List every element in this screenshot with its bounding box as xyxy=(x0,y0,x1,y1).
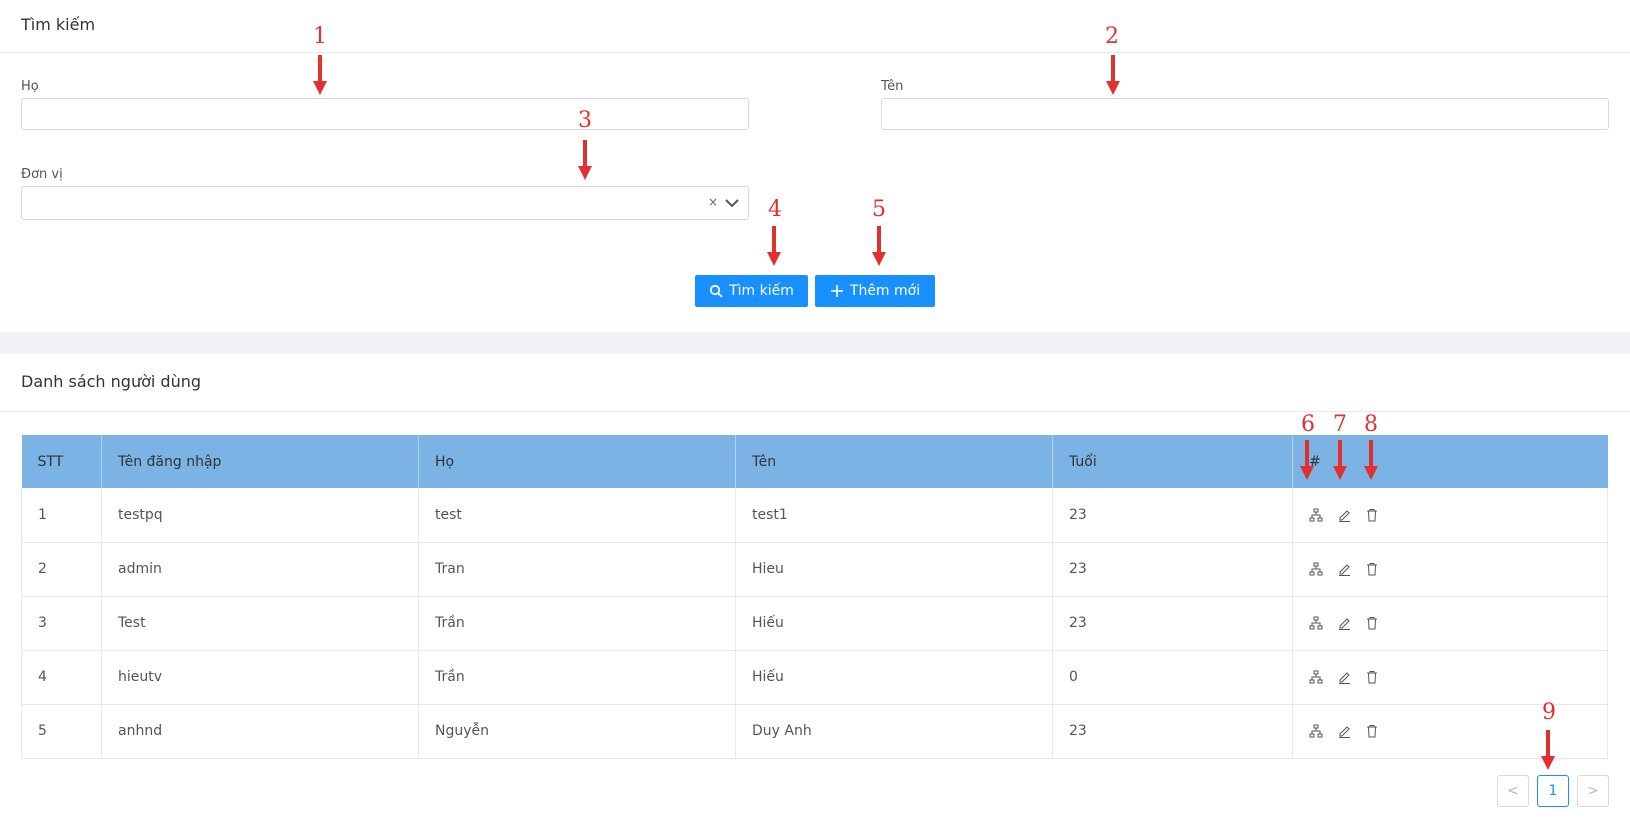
edit-icon[interactable] xyxy=(1337,508,1351,522)
cell-tuoi: 0 xyxy=(1052,650,1293,705)
cell-stt: 5 xyxy=(21,704,102,759)
annotation-arrow-icon xyxy=(1333,440,1347,480)
annotation-arrow-icon xyxy=(1541,730,1555,770)
header-stt: STT xyxy=(21,435,102,488)
add-new-button-label: Thêm mới xyxy=(849,283,921,299)
annotation-arrow-icon xyxy=(578,140,592,180)
cell-ten: Hiếu xyxy=(735,650,1053,705)
annotation-arrow-icon xyxy=(313,55,327,95)
cell-ho: test xyxy=(418,488,736,543)
add-new-button[interactable]: Thêm mới xyxy=(815,275,935,307)
header-ten: Tên xyxy=(735,435,1053,488)
cell-ten: Hieu xyxy=(735,542,1053,597)
cell-actions xyxy=(1292,650,1608,705)
cell-stt: 3 xyxy=(21,596,102,651)
cell-ho: Trần xyxy=(418,650,736,705)
cell-tuoi: 23 xyxy=(1052,704,1293,759)
delete-icon[interactable] xyxy=(1365,724,1379,738)
cell-tuoi: 23 xyxy=(1052,596,1293,651)
cell-username: admin xyxy=(101,542,419,597)
table-row: 4 hieutv Trần Hiếu 0 xyxy=(21,650,1608,705)
annotation-number: 1 xyxy=(313,24,327,49)
cell-tuoi: 23 xyxy=(1052,488,1293,543)
org-tree-icon[interactable] xyxy=(1309,616,1323,630)
list-card-title: Danh sách người dùng xyxy=(21,372,202,391)
annotation-arrow-icon xyxy=(1364,440,1378,480)
header-username: Tên đăng nhập xyxy=(101,435,419,488)
list-card-header: Danh sách người dùng xyxy=(0,354,1630,412)
cell-ho: Trần xyxy=(418,596,736,651)
search-icon xyxy=(710,284,723,298)
cell-tuoi: 23 xyxy=(1052,542,1293,597)
section-divider xyxy=(0,332,1630,354)
org-tree-icon[interactable] xyxy=(1309,724,1323,738)
header-ho: Họ xyxy=(418,435,736,488)
search-card-title: Tìm kiếm xyxy=(21,15,96,34)
annotation-number: 9 xyxy=(1542,700,1556,725)
delete-icon[interactable] xyxy=(1365,670,1379,684)
pagination-prev[interactable]: < xyxy=(1497,775,1529,807)
search-button[interactable]: Tìm kiếm xyxy=(695,275,808,307)
delete-icon[interactable] xyxy=(1365,508,1379,522)
search-button-label: Tìm kiếm xyxy=(729,283,794,299)
cell-username: hieutv xyxy=(101,650,419,705)
header-tuoi: Tuổi xyxy=(1052,435,1293,488)
delete-icon[interactable] xyxy=(1365,616,1379,630)
cell-username: anhnd xyxy=(101,704,419,759)
cell-username: Test xyxy=(101,596,419,651)
table-row: 5 anhnd Nguyễn Duy Anh 23 xyxy=(21,704,1608,759)
cell-ho: Tran xyxy=(418,542,736,597)
search-card-header: Tìm kiếm xyxy=(0,0,1630,53)
search-card: Tìm kiếm Họ Tên Đơn vị × Tìm kiếm Thêm m… xyxy=(0,0,1630,332)
ho-input[interactable] xyxy=(21,98,749,130)
org-tree-icon[interactable] xyxy=(1309,670,1323,684)
cell-stt: 1 xyxy=(21,488,102,543)
cell-ho: Nguyễn xyxy=(418,704,736,759)
annotation-number: 2 xyxy=(1105,24,1119,49)
don-vi-label: Đơn vị xyxy=(21,167,63,182)
cell-stt: 2 xyxy=(21,542,102,597)
edit-icon[interactable] xyxy=(1337,670,1351,684)
annotation-number: 7 xyxy=(1333,412,1347,437)
cell-actions xyxy=(1292,542,1608,597)
annotation-arrow-icon xyxy=(1300,440,1314,480)
users-table: STT Tên đăng nhập Họ Tên Tuổi # 1 testpq t… xyxy=(21,435,1608,759)
cell-ten: Duy Anh xyxy=(735,704,1053,759)
ten-input[interactable] xyxy=(881,98,1609,130)
annotation-number: 3 xyxy=(578,108,592,133)
cell-stt: 4 xyxy=(21,650,102,705)
org-tree-icon[interactable] xyxy=(1309,508,1323,522)
delete-icon[interactable] xyxy=(1365,562,1379,576)
cell-actions xyxy=(1292,704,1608,759)
cell-username: testpq xyxy=(101,488,419,543)
pagination-page-1[interactable]: 1 xyxy=(1537,775,1569,807)
annotation-arrow-icon xyxy=(767,226,781,266)
edit-icon[interactable] xyxy=(1337,562,1351,576)
cell-actions xyxy=(1292,488,1608,543)
clear-icon[interactable]: × xyxy=(708,195,718,209)
annotation-number: 8 xyxy=(1364,412,1378,437)
don-vi-select[interactable]: × xyxy=(21,186,749,220)
edit-icon[interactable] xyxy=(1337,616,1351,630)
ten-label: Tên xyxy=(881,79,904,94)
table-row: 3 Test Trần Hiếu 23 xyxy=(21,596,1608,651)
annotation-arrow-icon xyxy=(872,226,886,266)
table-row: 2 admin Tran Hieu 23 xyxy=(21,542,1608,597)
plus-icon xyxy=(830,285,843,297)
cell-ten: test1 xyxy=(735,488,1053,543)
org-tree-icon[interactable] xyxy=(1309,562,1323,576)
pagination-next[interactable]: > xyxy=(1577,775,1609,807)
annotation-arrow-icon xyxy=(1106,55,1120,95)
annotation-number: 4 xyxy=(768,197,782,222)
edit-icon[interactable] xyxy=(1337,724,1351,738)
annotation-number: 6 xyxy=(1301,412,1315,437)
cell-actions xyxy=(1292,596,1608,651)
ho-label: Họ xyxy=(21,79,39,94)
chevron-down-icon[interactable] xyxy=(724,196,740,210)
annotation-number: 5 xyxy=(872,197,886,222)
table-row: 1 testpq test test1 23 xyxy=(21,488,1608,543)
cell-ten: Hiếu xyxy=(735,596,1053,651)
